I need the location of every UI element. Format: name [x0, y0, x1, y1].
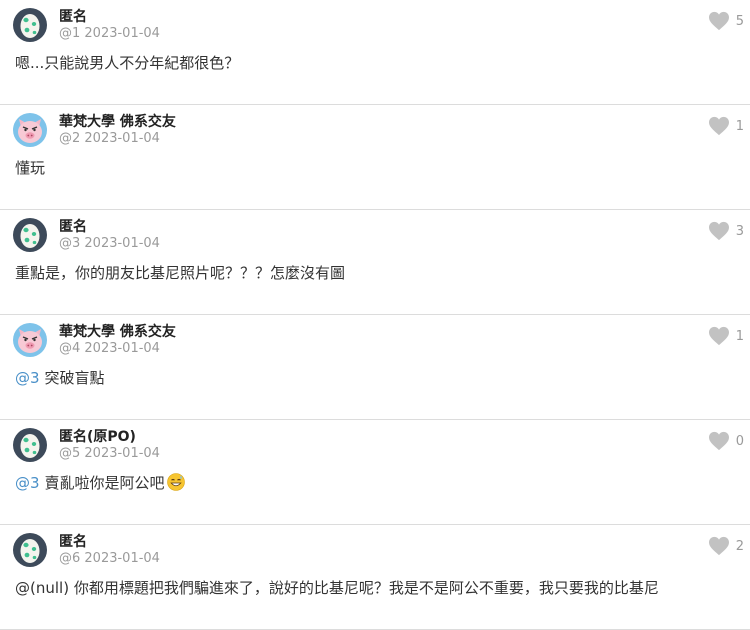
floor-mention-link[interactable]: @3: [15, 474, 40, 492]
comment-item: 匿名(原PO) @5 2023-01-04 0 @3 賣亂啦你是阿公吧: [0, 420, 750, 525]
comment-list: 匿名 @1 2023-01-04 5 嗯...只能說男人不分年紀都很色？ 華梵大…: [0, 0, 750, 630]
comment-text: 重點是，你的朋友比基尼照片呢？？？怎麼沒有圖: [15, 262, 345, 283]
egg-avatar-icon[interactable]: [13, 533, 47, 567]
like-button[interactable]: 0: [708, 431, 744, 451]
floor-mention-link[interactable]: @3: [15, 369, 40, 387]
heart-icon[interactable]: [708, 116, 730, 136]
comment-floor-date: @2 2023-01-04: [59, 131, 160, 146]
heart-icon[interactable]: [708, 536, 730, 556]
like-button[interactable]: 2: [708, 536, 744, 556]
comment-item: 匿名 @3 2023-01-04 3 重點是，你的朋友比基尼照片呢？？？怎麼沒有…: [0, 210, 750, 315]
comment-floor-date: @3 2023-01-04: [59, 236, 160, 251]
comment-body: 嗯...只能說男人不分年紀都很色？: [15, 54, 240, 72]
comment-floor-date: @6 2023-01-04: [59, 551, 160, 566]
like-count: 1: [735, 118, 744, 134]
egg-avatar-icon[interactable]: [13, 428, 47, 462]
heart-icon[interactable]: [708, 326, 730, 346]
like-count: 3: [735, 223, 744, 239]
like-button[interactable]: 3: [708, 221, 744, 241]
comment-author[interactable]: 華梵大學 佛系交友: [59, 321, 176, 341]
heart-icon[interactable]: [708, 221, 730, 241]
comment-item: 匿名 @1 2023-01-04 5 嗯...只能說男人不分年紀都很色？: [0, 0, 750, 105]
comment-item: 華梵大學 佛系交友 @4 2023-01-04 1 @3 突破盲點: [0, 315, 750, 420]
comment-floor-date: @4 2023-01-04: [59, 341, 160, 356]
comment-text: @(null) 你都用標題把我們騙進來了，說好的比基尼呢？我是不是阿公不重要，我…: [15, 577, 659, 598]
comment-body: 賣亂啦你是阿公吧: [44, 474, 165, 492]
comment-floor-date: @1 2023-01-04: [59, 26, 160, 41]
comment-item: 匿名 @6 2023-01-04 2 @(null) 你都用標題把我們騙進來了，…: [0, 525, 750, 630]
like-button[interactable]: 1: [708, 116, 744, 136]
heart-icon[interactable]: [708, 11, 730, 31]
comment-text: 嗯...只能說男人不分年紀都很色？: [15, 52, 239, 73]
like-button[interactable]: 1: [708, 326, 744, 346]
comment-text: @3 賣亂啦你是阿公吧: [15, 472, 185, 495]
comment-floor-date: @5 2023-01-04: [59, 446, 160, 461]
grin-sweat-emoji: [166, 473, 185, 495]
comment-author[interactable]: 匿名: [59, 531, 87, 551]
comment-author[interactable]: 華梵大學 佛系交友: [59, 111, 176, 131]
like-count: 0: [735, 433, 744, 449]
pig-avatar-icon[interactable]: [13, 113, 47, 147]
comment-body: 懂玩: [15, 159, 46, 177]
like-count: 1: [735, 328, 744, 344]
heart-icon[interactable]: [708, 431, 730, 451]
comment-body: 重點是，你的朋友比基尼照片呢？？？怎麼沒有圖: [15, 264, 346, 282]
comment-author[interactable]: 匿名: [59, 216, 87, 236]
like-count: 5: [735, 13, 744, 29]
comment-author[interactable]: 匿名(原PO): [59, 426, 136, 446]
like-count: 2: [735, 538, 744, 554]
comment-author[interactable]: 匿名: [59, 6, 87, 26]
egg-avatar-icon[interactable]: [13, 8, 47, 42]
comment-item: 華梵大學 佛系交友 @2 2023-01-04 1 懂玩: [0, 105, 750, 210]
comment-text: @3 突破盲點: [15, 367, 105, 388]
pig-avatar-icon[interactable]: [13, 323, 47, 357]
like-button[interactable]: 5: [708, 11, 744, 31]
comment-body: 突破盲點: [44, 369, 105, 387]
comment-body: @(null) 你都用標題把我們騙進來了，說好的比基尼呢？我是不是阿公不重要，我…: [15, 579, 659, 597]
comment-text: 懂玩: [15, 157, 45, 178]
egg-avatar-icon[interactable]: [13, 218, 47, 252]
